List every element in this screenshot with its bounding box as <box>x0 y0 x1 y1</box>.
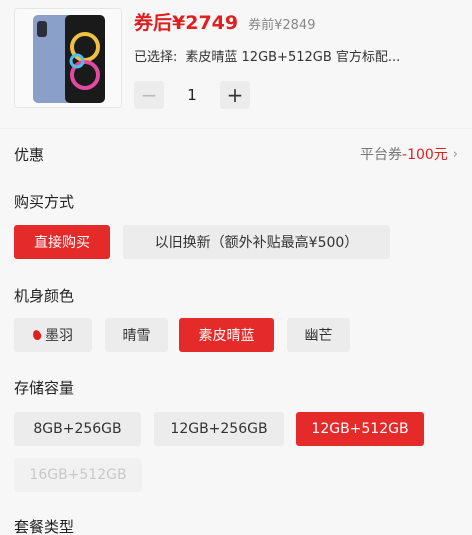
coupon-prefix: 平台券 <box>360 147 403 163</box>
coupon-amount: -100元 <box>402 147 448 163</box>
package-type-title: 套餐类型 <box>14 518 75 535</box>
storage-option-8-256[interactable]: 8GB+256GB <box>14 412 141 446</box>
color-option-label: 墨羽 <box>45 328 73 344</box>
product-thumbnail[interactable] <box>14 8 122 108</box>
price-after-coupon: 券后¥2749 <box>134 12 239 34</box>
storage-option-12-256[interactable]: 12GB+256GB <box>154 412 284 446</box>
selected-value: 素皮晴蓝 12GB+512GB 官方标配... <box>185 50 401 65</box>
color-option-youmang[interactable]: 幽芒 <box>287 318 350 352</box>
color-option-supi-qinglan[interactable]: 素皮晴蓝 <box>179 318 274 352</box>
purchase-tradein-button[interactable]: 以旧换新（额外补贴最高¥500） <box>123 225 390 259</box>
color-option-qingxue[interactable]: 晴雪 <box>105 318 168 352</box>
storage-title: 存储容量 <box>14 379 75 397</box>
purchase-direct-button[interactable]: 直接购买 <box>14 225 110 259</box>
promotion-coupon-link[interactable]: 平台券-100元 › <box>360 144 458 164</box>
quantity-stepper: − 1 + <box>134 81 250 109</box>
quantity-increase-button[interactable]: + <box>220 81 250 109</box>
quantity-decrease-button[interactable]: − <box>134 81 164 109</box>
color-option-moyu[interactable]: 墨羽 <box>14 318 92 352</box>
storage-option-12-512[interactable]: 12GB+512GB <box>296 412 424 446</box>
divider <box>0 128 472 129</box>
selected-label: 已选择: <box>134 50 178 65</box>
flame-icon <box>31 328 43 342</box>
purchase-method-title: 购买方式 <box>14 193 75 211</box>
chevron-right-icon: › <box>452 146 458 162</box>
price-before-coupon: 券前¥2849 <box>248 18 316 33</box>
color-title: 机身颜色 <box>14 287 75 305</box>
storage-option-16-512: 16GB+512GB <box>14 458 142 492</box>
promotion-title: 优惠 <box>14 146 45 164</box>
price-row: 券后¥2749 券前¥2849 <box>134 8 315 35</box>
selected-spec[interactable]: 已选择: 素皮晴蓝 12GB+512GB 官方标配... <box>134 46 400 65</box>
quantity-value[interactable]: 1 <box>164 86 220 104</box>
phone-image-icon <box>15 9 121 107</box>
